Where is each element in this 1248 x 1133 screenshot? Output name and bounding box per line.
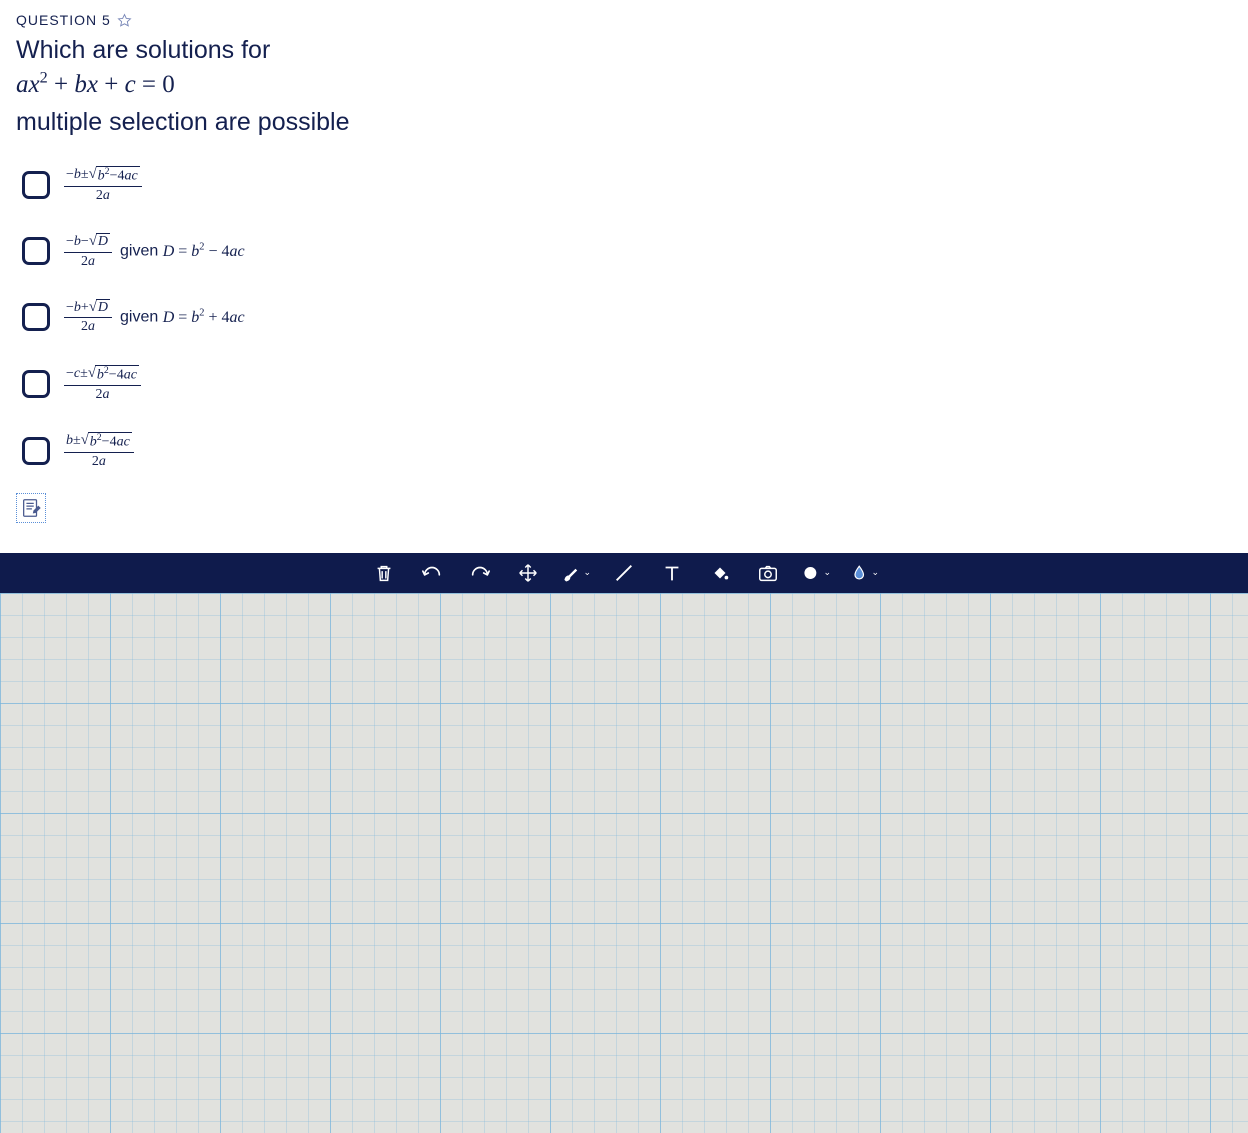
text-icon[interactable] (657, 558, 687, 588)
choice-checkbox-e[interactable] (22, 437, 50, 465)
notes-button[interactable] (16, 493, 46, 523)
line-icon[interactable] (609, 558, 639, 588)
choice-checkbox-c[interactable] (22, 303, 50, 331)
choice-math: b±√b2−4ac 2a (64, 431, 134, 470)
star-icon[interactable] (117, 13, 132, 28)
choice-row: −b−√D 2a given D = b2 − 4ac (22, 232, 1232, 270)
choice-math: −b−√D 2a given D = b2 − 4ac (64, 232, 245, 270)
choice-checkbox-d[interactable] (22, 370, 50, 398)
fill-icon[interactable] (705, 558, 735, 588)
undo-icon[interactable] (417, 558, 447, 588)
drawing-canvas[interactable] (0, 593, 1248, 1133)
choice-row: −b±√b2−4ac 2a (22, 165, 1232, 204)
question-prompt: Which are solutions for ax2 + bx + c = 0 (16, 34, 1232, 102)
chevron-down-icon: ⌄ (583, 567, 591, 578)
question-label: QUESTION 5 (16, 12, 111, 28)
trash-icon[interactable] (369, 558, 399, 588)
camera-icon[interactable] (753, 558, 783, 588)
choice-checkbox-a[interactable] (22, 171, 50, 199)
redo-icon[interactable] (465, 558, 495, 588)
chevron-down-icon: ⌄ (823, 567, 831, 578)
choice-math: −b±√b2−4ac 2a (64, 165, 142, 204)
chevron-down-icon: ⌄ (871, 567, 879, 578)
choice-math: −c±√b2−4ac 2a (64, 364, 141, 403)
drawing-toolbar: ⌄ ⌄ ⌄ (0, 553, 1248, 593)
choice-row: b±√b2−4ac 2a (22, 431, 1232, 470)
question-subtext: multiple selection are possible (16, 108, 1232, 137)
brush-icon[interactable]: ⌄ (561, 558, 591, 588)
choice-checkbox-b[interactable] (22, 237, 50, 265)
choices-list: −b±√b2−4ac 2a −b−√D 2a given D = b2 − 4a… (16, 165, 1232, 471)
highlighter-icon[interactable]: ⌄ (849, 558, 879, 588)
choice-row: −b+√D 2a given D = b2 + 4ac (22, 298, 1232, 336)
move-icon[interactable] (513, 558, 543, 588)
solid-color-icon[interactable]: ⌄ (801, 558, 831, 588)
choice-row: −c±√b2−4ac 2a (22, 364, 1232, 403)
choice-math: −b+√D 2a given D = b2 + 4ac (64, 298, 245, 336)
